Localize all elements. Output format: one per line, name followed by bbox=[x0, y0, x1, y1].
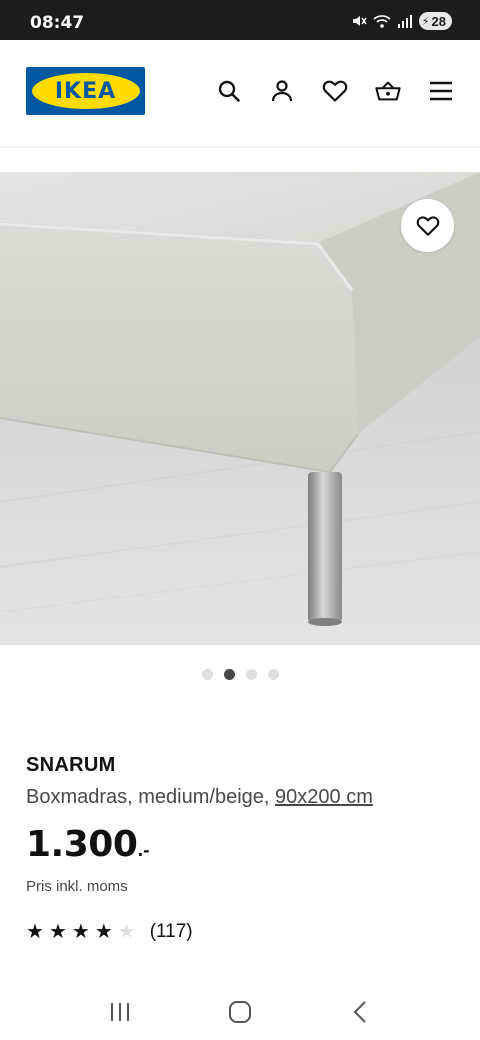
star-empty-icon: ★ bbox=[117, 921, 136, 943]
battery-icon: ⚡ 28 bbox=[418, 12, 452, 30]
ikea-logo[interactable]: IKEA bbox=[26, 67, 145, 115]
status-bar: 08:47 ⚡ 28 bbox=[0, 0, 480, 40]
status-time: 08:47 bbox=[30, 13, 85, 33]
product-type-label: Boxmadras, medium/beige, bbox=[26, 786, 276, 808]
product-rating[interactable]: ★ ★ ★ ★ ★ (117) bbox=[26, 921, 193, 943]
cutoff-text-line bbox=[26, 968, 426, 978]
product-price: 1.300.- bbox=[26, 824, 150, 865]
carousel-indicator bbox=[0, 669, 480, 680]
home-icon[interactable] bbox=[220, 992, 260, 1032]
site-header: IKEA bbox=[0, 40, 480, 148]
product-description: Boxmadras, medium/beige, 90x200 cm bbox=[26, 786, 373, 809]
cart-basket-icon[interactable] bbox=[375, 78, 401, 104]
signal-icon bbox=[397, 15, 412, 28]
star-filled-icon: ★ bbox=[26, 921, 44, 943]
price-note: Pris inkl. moms bbox=[26, 878, 128, 895]
account-icon[interactable] bbox=[269, 78, 295, 104]
wishlist-heart-icon[interactable] bbox=[322, 78, 348, 104]
star-filled-icon: ★ bbox=[94, 921, 113, 943]
rating-stars: ★ ★ ★ ★ ★ bbox=[26, 922, 136, 942]
header-actions bbox=[216, 78, 454, 104]
wifi-icon bbox=[373, 15, 391, 28]
size-link[interactable]: 90x200 cm bbox=[275, 786, 373, 808]
battery-level: 28 bbox=[431, 13, 446, 29]
carousel-dot-active[interactable] bbox=[223, 669, 235, 680]
system-nav-bar bbox=[0, 984, 480, 1040]
menu-icon[interactable] bbox=[428, 78, 454, 104]
price-value: 1.300 bbox=[26, 824, 138, 865]
back-icon[interactable] bbox=[340, 992, 380, 1032]
search-icon[interactable] bbox=[216, 78, 242, 104]
charging-icon: ⚡ bbox=[421, 15, 430, 28]
carousel-dot[interactable] bbox=[245, 669, 257, 680]
status-icons: ⚡ 28 bbox=[351, 12, 452, 30]
logo-text: IKEA bbox=[54, 78, 117, 104]
price-suffix: .- bbox=[137, 841, 150, 860]
logo-oval: IKEA bbox=[31, 73, 140, 109]
add-to-wishlist-button[interactable] bbox=[401, 199, 454, 252]
product-name: SNARUM bbox=[26, 754, 116, 776]
mute-icon bbox=[352, 16, 367, 26]
carousel-dot[interactable] bbox=[201, 669, 213, 680]
carousel-dot[interactable] bbox=[267, 669, 279, 680]
star-filled-icon: ★ bbox=[71, 921, 90, 943]
review-count[interactable]: (117) bbox=[150, 921, 193, 943]
heart-icon bbox=[416, 215, 439, 236]
star-filled-icon: ★ bbox=[48, 921, 67, 943]
recent-apps-icon[interactable] bbox=[100, 992, 140, 1032]
